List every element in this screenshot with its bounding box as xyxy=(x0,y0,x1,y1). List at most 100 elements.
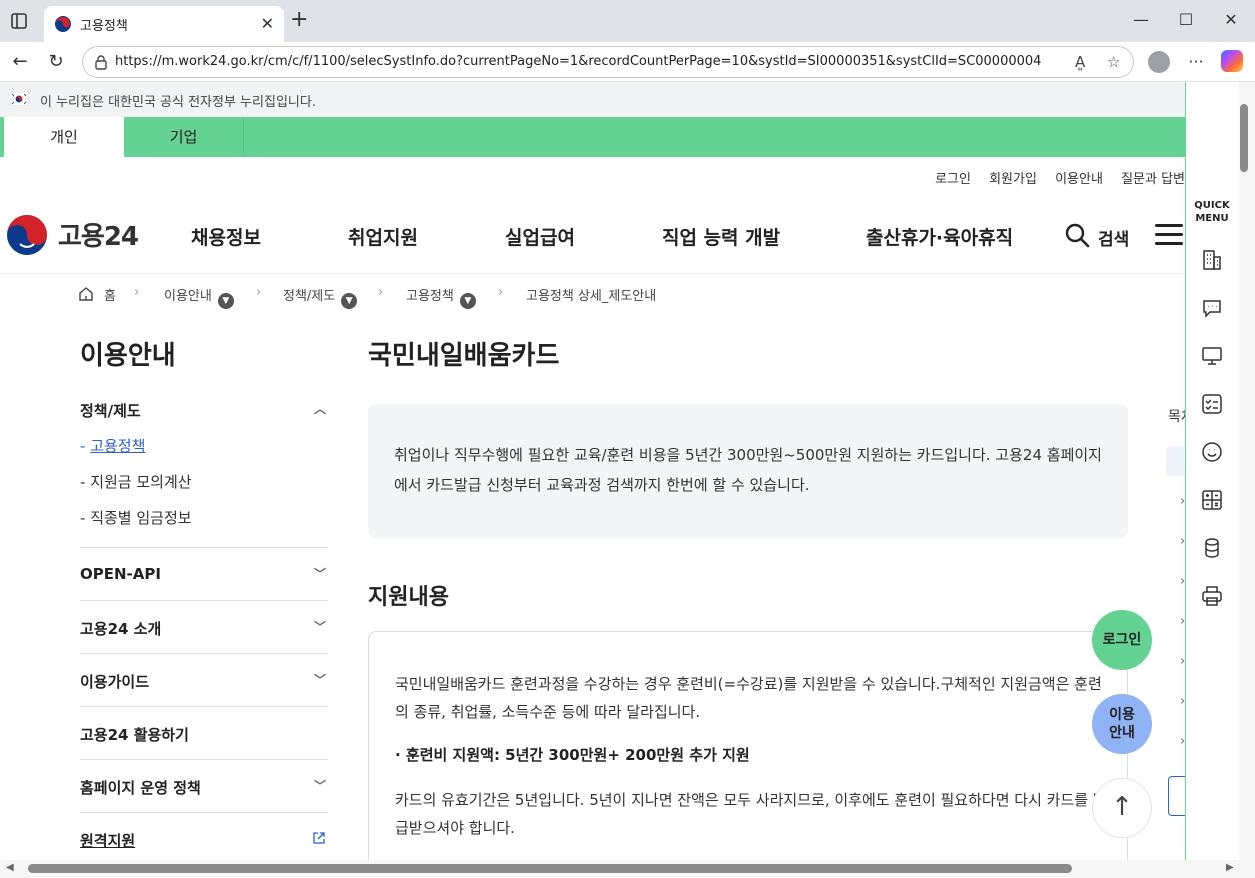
sidebar-section-guide[interactable]: 이용가이드 ﹀ xyxy=(80,671,328,692)
sidebar-section-policy[interactable]: 정책/제도 ︿ xyxy=(80,400,328,421)
sidebar-section-remote[interactable]: 원격지원 xyxy=(80,830,328,851)
breadcrumb-level3[interactable]: 고용정책 ▼ xyxy=(406,285,476,309)
floating-guide-line1: 이용 xyxy=(1109,707,1135,723)
breadcrumb-current: 고용정책 상세_제도안내 xyxy=(526,289,657,304)
tab-close-icon[interactable]: ✕ xyxy=(261,14,274,33)
scroll-right-icon[interactable]: ▶ xyxy=(1226,862,1234,873)
scroll-left-icon[interactable]: ◀ xyxy=(6,862,14,873)
horizontal-scrollbar-thumb[interactable] xyxy=(28,864,1072,873)
sidebar-section-about[interactable]: 고용24 소개 ﹀ xyxy=(80,618,328,639)
copilot-icon[interactable] xyxy=(1221,50,1243,72)
sidebar-divider xyxy=(80,600,328,601)
dropdown-icon[interactable]: ▼ xyxy=(217,293,234,309)
minimize-button[interactable]: — xyxy=(1126,10,1156,29)
tab-business[interactable]: 기업 xyxy=(124,117,244,157)
sidebar-title: 이용안내 xyxy=(80,341,176,371)
reload-button[interactable]: ↻ xyxy=(44,50,68,74)
vertical-scrollbar-thumb[interactable] xyxy=(1240,104,1248,172)
coins-icon[interactable] xyxy=(1200,536,1224,560)
favicon-icon xyxy=(55,16,71,32)
toc-active-item[interactable] xyxy=(1166,446,1185,476)
search-label: 검색 xyxy=(1098,230,1130,250)
sidebar-divider xyxy=(80,653,328,654)
signup-link[interactable]: 회원가입 xyxy=(989,172,1037,187)
horizontal-scrollbar[interactable]: ◀ ▶ xyxy=(0,860,1255,878)
search-icon xyxy=(1065,223,1090,248)
favorite-star-icon[interactable]: ☆ xyxy=(1107,53,1120,71)
toc-button[interactable] xyxy=(1168,776,1185,816)
floating-guide-button[interactable]: 이용 안내 xyxy=(1092,694,1152,754)
breadcrumb-level2[interactable]: 정책/제도 ▼ xyxy=(283,285,358,309)
site-logo[interactable]: 고용24 xyxy=(6,212,146,258)
detail-highlight: · 훈련비 지원액: 5년간 300만원+ 200만원 추가 지원 xyxy=(395,746,750,764)
sidebar-divider xyxy=(80,759,328,760)
breadcrumb-level3-label: 고용정책 xyxy=(406,289,454,304)
user-type-tabs: 개인 기업 xyxy=(0,117,1185,157)
login-link[interactable]: 로그인 xyxy=(935,172,971,187)
tab-title: 고용정책 xyxy=(80,19,128,34)
sidebar-section-openapi[interactable]: OPEN-API ﹀ xyxy=(80,565,328,583)
gnb-vocational-training[interactable]: 직업 능력 개발 xyxy=(662,223,780,250)
profile-avatar[interactable] xyxy=(1148,51,1170,73)
gnb-parental-leave[interactable]: 출산휴가·육아휴직 xyxy=(866,223,1013,250)
sidebar-item-wage-info[interactable]: - 직종별 임금정보 xyxy=(80,507,192,528)
sidebar-divider xyxy=(80,547,328,548)
chevron-up-icon: ︿ xyxy=(313,402,326,416)
sidebar-section-label: 정책/제도 xyxy=(80,402,141,420)
printer-icon[interactable] xyxy=(1200,584,1224,608)
home-icon[interactable] xyxy=(78,286,94,302)
utility-links: 로그인 회원가입 이용안내 질문과 답변 xyxy=(921,168,1185,187)
close-window-button[interactable]: ✕ xyxy=(1216,10,1246,29)
maximize-button[interactable]: ☐ xyxy=(1171,10,1201,29)
qna-link[interactable]: 질문과 답변 xyxy=(1121,172,1185,187)
detail-box: 국민내일배움카드 훈련과정을 수강하는 경우 훈련비(=수강료)를 지원받을 수… xyxy=(368,631,1128,860)
sidebar-divider xyxy=(80,706,328,707)
address-bar[interactable]: https://m.work24.go.kr/cm/c/f/1100/selec… xyxy=(82,46,1134,78)
chevron-down-icon: ﹀ xyxy=(313,779,326,793)
guide-link[interactable]: 이용안내 xyxy=(1055,172,1103,187)
gnb-jobs[interactable]: 채용정보 xyxy=(191,223,261,250)
breadcrumb-home[interactable]: 홈 xyxy=(104,285,116,304)
sidebar-divider xyxy=(80,812,328,813)
quick-menu-title: QUICK MENU xyxy=(1186,199,1238,225)
logo-text: 고용24 xyxy=(58,222,139,252)
gnb-employment-support[interactable]: 취업지원 xyxy=(348,223,418,250)
section-title: 지원내용 xyxy=(368,585,449,610)
gov-banner-text: 이 누리집은 대한민국 공식 전자정부 누리집입니다. xyxy=(40,95,316,110)
page-title: 국민내일배움카드 xyxy=(368,341,560,371)
chevron-down-icon: ﹀ xyxy=(313,567,326,581)
chevron-down-icon: ﹀ xyxy=(313,673,326,687)
chat-icon[interactable] xyxy=(1200,296,1224,320)
scroll-top-button[interactable]: ↑ xyxy=(1092,778,1152,838)
sidebar-section-site-policy[interactable]: 홈페이지 운영 정책 ﹀ xyxy=(80,777,328,798)
more-menu-icon[interactable]: ··· xyxy=(1184,50,1208,74)
breadcrumb-level1[interactable]: 이용안내 ▼ xyxy=(164,285,234,309)
dropdown-icon[interactable]: ▼ xyxy=(341,293,358,309)
sidebar-section-label: 고용24 소개 xyxy=(80,620,162,638)
quick-menu: QUICK MENU xyxy=(1185,82,1239,860)
floating-login-button[interactable]: 로그인 xyxy=(1092,610,1152,670)
tab-personal[interactable]: 개인 xyxy=(4,117,124,157)
vertical-scrollbar[interactable] xyxy=(1239,82,1255,860)
new-tab-button[interactable]: + xyxy=(290,9,308,31)
gnb-unemployment-benefit[interactable]: 실업급여 xyxy=(505,223,575,250)
building-icon[interactable] xyxy=(1200,248,1224,272)
calculator-icon[interactable] xyxy=(1200,488,1224,512)
web-page: 이 누리집은 대한민국 공식 전자정부 누리집입니다. 개인 기업 로그인 회원… xyxy=(0,82,1185,860)
tab-actions-icon[interactable] xyxy=(8,10,30,32)
sidebar-section-usage[interactable]: 고용24 활용하기 xyxy=(80,724,328,745)
sidebar-item-subsidy-calc[interactable]: - 지원금 모의계산 xyxy=(80,471,192,492)
sidebar-item-label: 지원금 모의계산 xyxy=(90,473,192,491)
monitor-icon[interactable] xyxy=(1200,344,1224,368)
sidebar-section-label: 홈페이지 운영 정책 xyxy=(80,779,201,797)
url-text[interactable]: https://m.work24.go.kr/cm/c/f/1100/selec… xyxy=(115,54,1041,69)
back-button[interactable]: ← xyxy=(8,50,32,74)
dropdown-icon[interactable]: ▼ xyxy=(459,293,476,309)
browser-tab[interactable]: 고용정책 ✕ xyxy=(44,6,284,42)
smile-icon[interactable] xyxy=(1200,440,1224,464)
read-aloud-icon[interactable]: A͈ xyxy=(1075,53,1085,71)
menu-icon[interactable] xyxy=(1155,224,1183,246)
sidebar-item-employment-policy[interactable]: - 고용정책 xyxy=(80,435,145,456)
breadcrumb-level2-label: 정책/제도 xyxy=(283,289,336,304)
checklist-icon[interactable] xyxy=(1200,392,1224,416)
